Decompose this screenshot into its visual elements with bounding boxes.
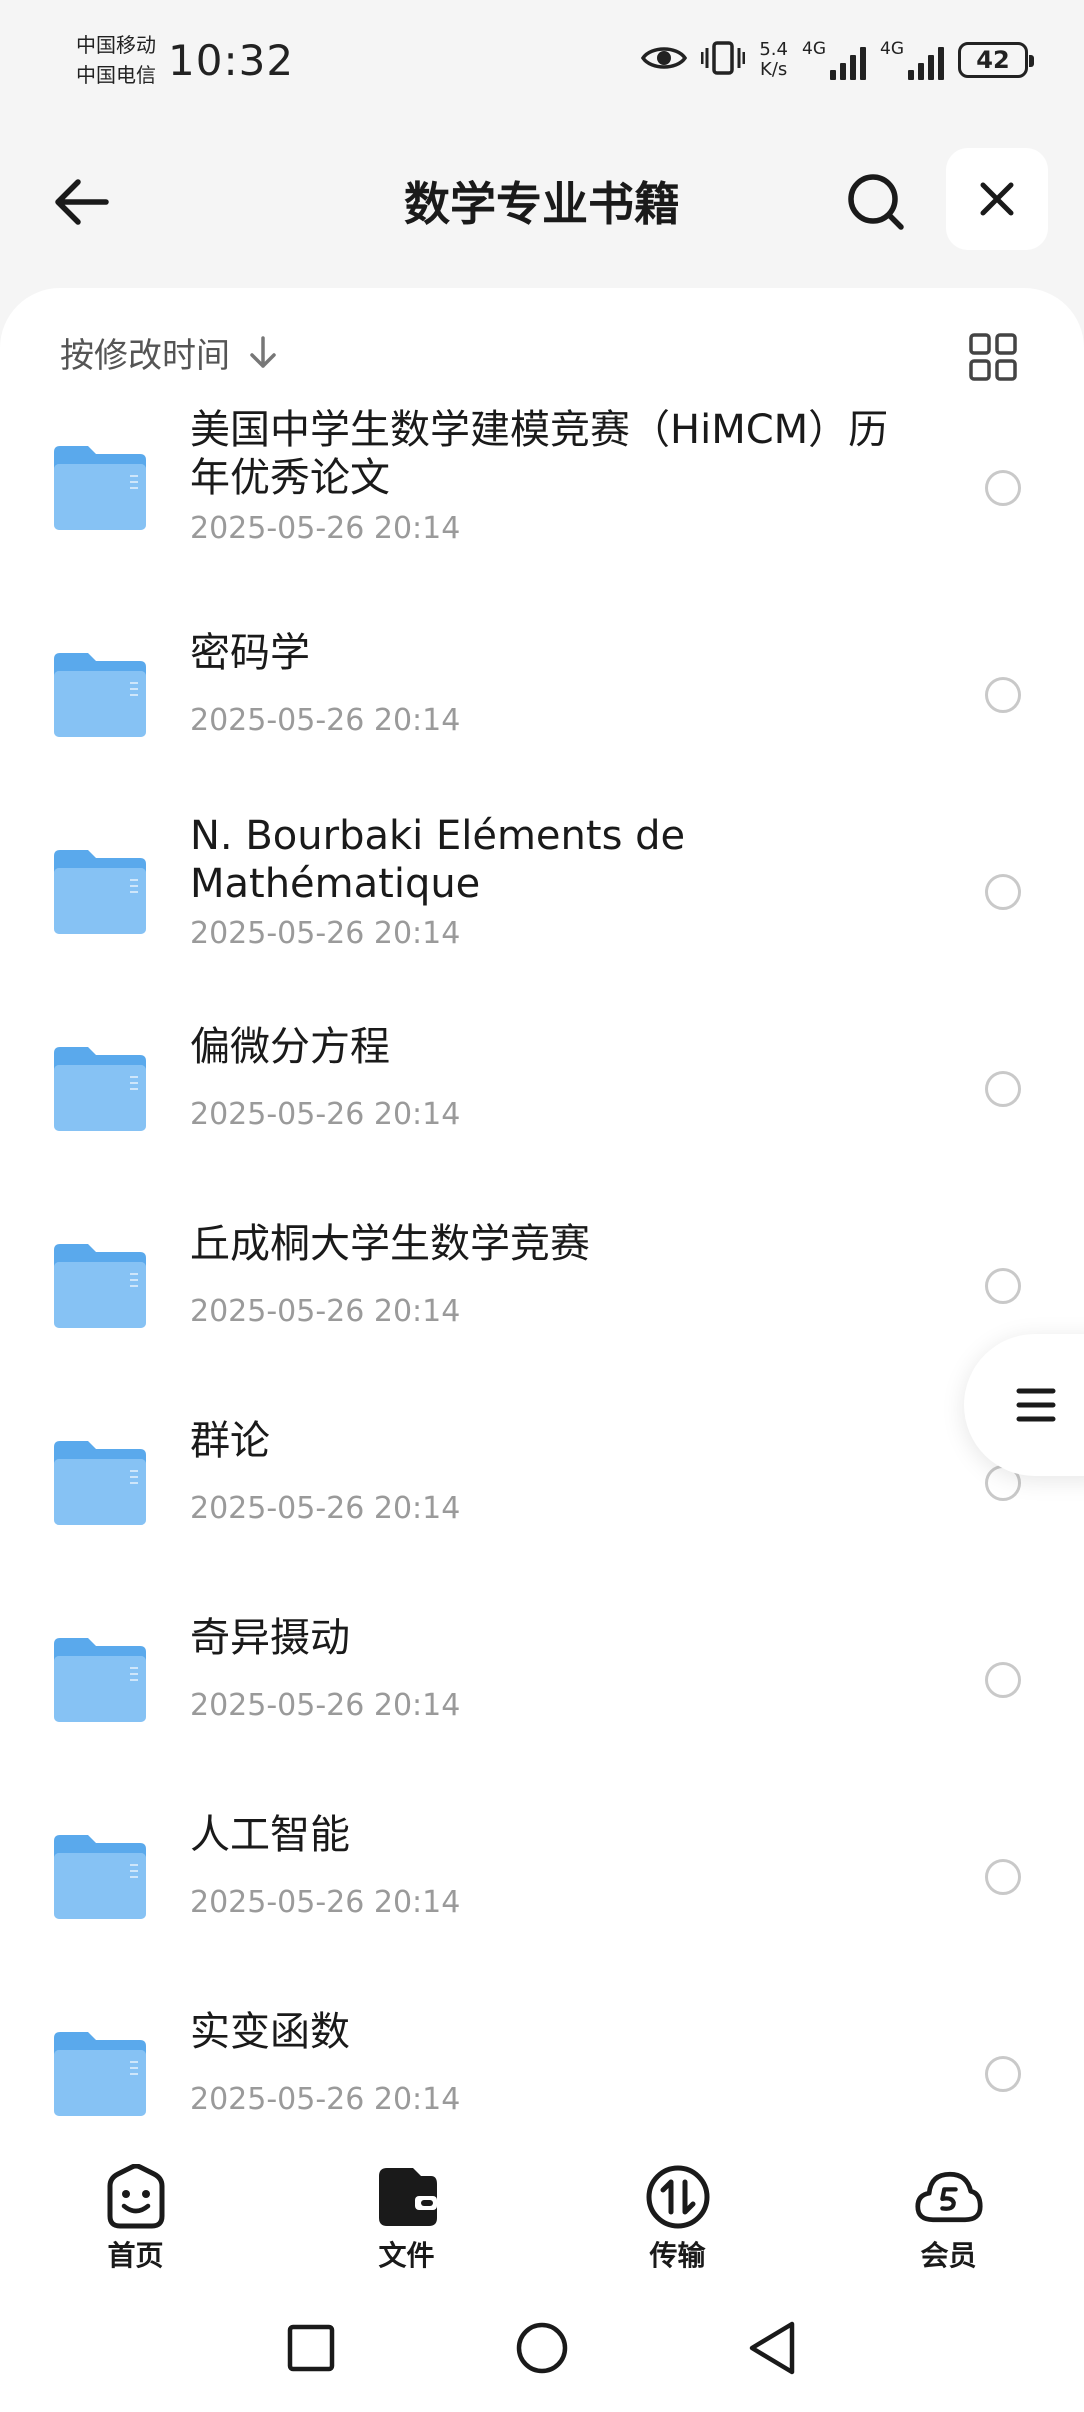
folder-date: 2025-05-26 20:14 xyxy=(190,1885,461,1920)
folder-list: 美国中学生数学建模竞赛（HiMCM）历年优秀论文 2025-05-26 20:1… xyxy=(0,396,1084,2134)
folder-icon xyxy=(54,850,146,934)
cloud-vip-icon xyxy=(914,2162,984,2232)
signal-1: 4G xyxy=(802,40,866,80)
folder-icon xyxy=(54,1441,146,1525)
folder-item[interactable]: 人工智能 2025-05-26 20:14 xyxy=(0,1775,1084,1972)
folder-icon xyxy=(54,2032,146,2116)
select-radio[interactable] xyxy=(985,1268,1021,1304)
battery-icon: 42 xyxy=(958,42,1034,78)
tab-transfer[interactable]: 传输 xyxy=(542,2134,813,2284)
folder-item[interactable]: 群论 2025-05-26 20:14 xyxy=(0,1381,1084,1578)
select-radio[interactable] xyxy=(985,874,1021,910)
folder-item[interactable]: 美国中学生数学建模竞赛（HiMCM）历年优秀论文 2025-05-26 20:1… xyxy=(0,396,1084,593)
signal-bars-icon xyxy=(908,46,944,80)
status-bar: 中国移动 中国电信 10:32 5.4 K/s 4G 4G 42 xyxy=(0,0,1084,120)
folder-name: 美国中学生数学建模竞赛（HiMCM）历年优秀论文 xyxy=(190,407,889,501)
select-radio[interactable] xyxy=(985,1859,1021,1895)
system-nav-bar xyxy=(0,2284,1084,2412)
folder-date: 2025-05-26 20:14 xyxy=(190,511,461,546)
tab-label: 会员 xyxy=(920,2239,977,2272)
sort-label: 按修改时间 xyxy=(60,336,230,376)
carrier-1: 中国移动 xyxy=(76,33,156,57)
folder-date: 2025-05-26 20:14 xyxy=(190,916,461,951)
folder-date: 2025-05-26 20:14 xyxy=(190,1491,461,1526)
triangle-back-icon xyxy=(749,2321,795,2375)
close-icon xyxy=(980,182,1014,216)
home-button[interactable] xyxy=(502,2308,582,2388)
folder-item[interactable]: 丘成桐大学生数学竞赛 2025-05-26 20:14 xyxy=(0,1184,1084,1381)
folder-icon xyxy=(54,1638,146,1722)
folder-icon xyxy=(54,653,146,737)
folder-icon xyxy=(54,1835,146,1919)
sort-button[interactable]: 按修改时间 xyxy=(60,328,278,377)
select-radio[interactable] xyxy=(985,1662,1021,1698)
transfer-icon xyxy=(643,2162,713,2232)
recents-button[interactable] xyxy=(271,2308,351,2388)
page-title: 数学专业书籍 xyxy=(404,177,680,231)
folder-item[interactable]: N. Bourbaki Eléments de Mathématique 202… xyxy=(0,790,1084,987)
square-icon xyxy=(287,2324,335,2372)
carrier-2: 中国电信 xyxy=(76,63,156,87)
folder-icon xyxy=(54,1244,146,1328)
folder-date: 2025-05-26 20:14 xyxy=(190,1688,461,1723)
bottom-tab-bar: 首页 文件 传输 会员 xyxy=(0,2134,1084,2284)
carrier-info: 中国移动 中国电信 xyxy=(76,30,156,90)
grid-view-button[interactable] xyxy=(968,332,1018,382)
folder-item[interactable]: 奇异摄动 2025-05-26 20:14 xyxy=(0,1578,1084,1775)
grid-view-icon xyxy=(969,333,1017,381)
tab-vip[interactable]: 会员 xyxy=(813,2134,1084,2284)
menu-icon xyxy=(1016,1388,1056,1422)
tab-files[interactable]: 文件 xyxy=(271,2134,542,2284)
tab-label: 文件 xyxy=(378,2239,435,2272)
folder-date: 2025-05-26 20:14 xyxy=(190,703,461,738)
folder-name: 丘成桐大学生数学竞赛 xyxy=(190,1221,590,1267)
back-nav-button[interactable] xyxy=(732,2308,812,2388)
folder-name: 人工智能 xyxy=(190,1812,350,1858)
file-list-panel: 按修改时间 美国中学生数学建模竞赛（HiMCM）历年优秀论文 2025-05-2… xyxy=(0,288,1084,2134)
folder-date: 2025-05-26 20:14 xyxy=(190,2082,461,2117)
folder-name: 密码学 xyxy=(190,630,310,676)
battery-level: 42 xyxy=(976,46,1010,74)
wallet-files-icon xyxy=(372,2162,442,2232)
folder-item[interactable]: 密码学 2025-05-26 20:14 xyxy=(0,593,1084,790)
tab-home[interactable]: 首页 xyxy=(0,2134,271,2284)
circle-icon xyxy=(516,2322,568,2374)
top-header: 数学专业书籍 xyxy=(0,140,1084,260)
status-time: 10:32 xyxy=(168,35,295,85)
folder-date: 2025-05-26 20:14 xyxy=(190,1097,461,1132)
select-radio[interactable] xyxy=(985,1071,1021,1107)
folder-name: 偏微分方程 xyxy=(190,1024,390,1070)
search-icon xyxy=(848,174,904,230)
arrow-down-icon xyxy=(250,335,276,368)
tab-label: 传输 xyxy=(649,2239,706,2272)
select-radio[interactable] xyxy=(985,677,1021,713)
signal-2: 4G xyxy=(880,40,944,80)
folder-name: N. Bourbaki Eléments de Mathématique xyxy=(190,813,686,907)
vibrate-icon xyxy=(700,40,746,80)
folder-item[interactable]: 偏微分方程 2025-05-26 20:14 xyxy=(0,987,1084,1184)
folder-name: 奇异摄动 xyxy=(190,1615,350,1661)
smiley-home-icon xyxy=(101,2162,171,2232)
select-radio[interactable] xyxy=(985,470,1021,506)
folder-date: 2025-05-26 20:14 xyxy=(190,1294,461,1329)
folder-name: 群论 xyxy=(190,1418,270,1464)
tab-label: 首页 xyxy=(107,2239,164,2272)
select-radio[interactable] xyxy=(985,2056,1021,2092)
signal-bars-icon xyxy=(830,46,866,80)
folder-icon xyxy=(54,1047,146,1131)
folder-name: 实变函数 xyxy=(190,2009,350,2055)
folder-icon xyxy=(54,446,146,530)
search-button[interactable] xyxy=(836,162,916,242)
close-button[interactable] xyxy=(946,148,1048,250)
folder-item[interactable]: 实变函数 2025-05-26 20:14 xyxy=(0,1972,1084,2134)
eye-icon xyxy=(641,43,688,77)
net-speed: 5.4 K/s xyxy=(759,39,788,80)
